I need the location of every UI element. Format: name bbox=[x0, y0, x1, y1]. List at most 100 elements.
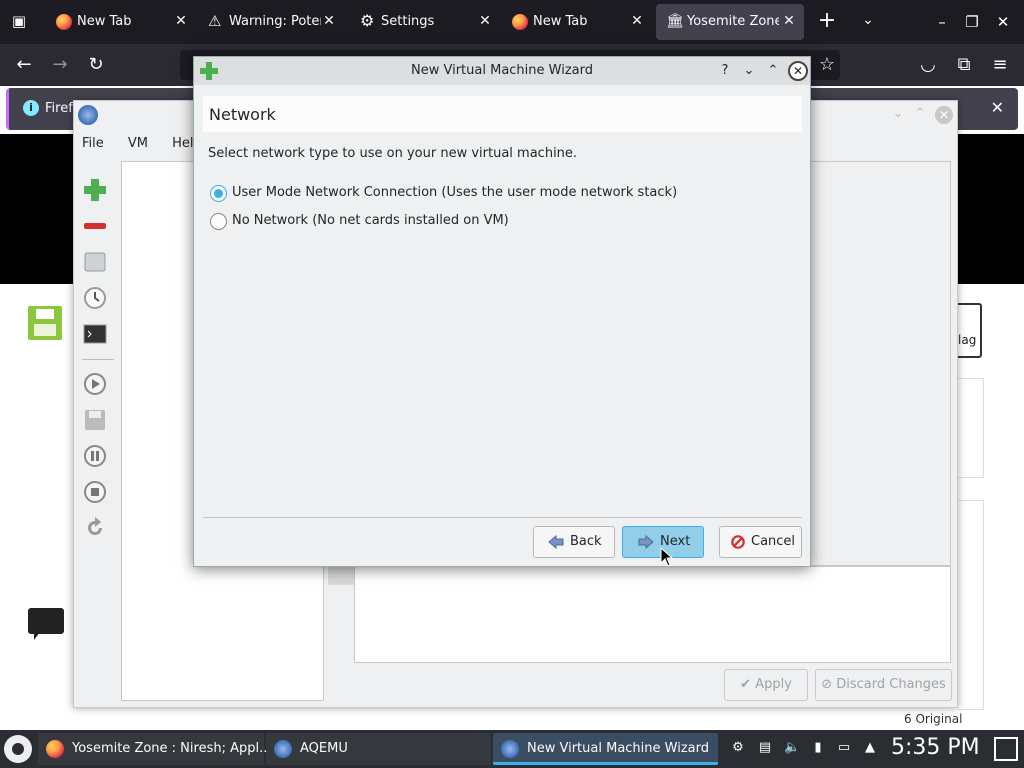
display-icon[interactable]: ▭ bbox=[836, 740, 852, 756]
chat-icon[interactable] bbox=[28, 608, 64, 640]
forward-arrow-icon[interactable]: → bbox=[48, 54, 72, 76]
cancel-button[interactable]: Cancel bbox=[719, 526, 802, 558]
tab-label: Yosemite Zone bbox=[687, 14, 779, 29]
tab-yosemite-zone[interactable]: 🏛 Yosemite Zone ✕ bbox=[656, 4, 804, 40]
task-label: New Virtual Machine Wizard bbox=[527, 741, 709, 756]
close-icon[interactable]: ✕ bbox=[788, 61, 808, 81]
disk-icon[interactable] bbox=[82, 249, 108, 275]
save-icon[interactable] bbox=[28, 306, 62, 340]
volume-muted-icon[interactable]: 🔈 bbox=[784, 740, 800, 756]
stop-icon[interactable] bbox=[82, 479, 108, 505]
extensions-icon[interactable]: ⧉ bbox=[952, 54, 976, 76]
aqemu-icon bbox=[78, 105, 98, 125]
terminal-icon[interactable] bbox=[82, 321, 108, 347]
new-vm-wizard-dialog: New Virtual Machine Wizard ? ⌄ ⌃ ✕ Netwo… bbox=[193, 56, 811, 567]
hamburger-menu-icon[interactable]: ≡ bbox=[988, 54, 1012, 76]
menu-vm[interactable]: VM bbox=[128, 136, 148, 151]
tab-close-icon[interactable]: ✕ bbox=[476, 12, 494, 30]
tray-expand-icon[interactable]: ▲ bbox=[862, 740, 878, 756]
radio-user-mode-network[interactable]: User Mode Network Connection (Uses the u… bbox=[210, 184, 677, 204]
discard-changes-button[interactable]: ⊘ Discard Changes bbox=[815, 669, 952, 701]
pocket-icon[interactable]: ◡ bbox=[916, 54, 940, 76]
tab-close-icon[interactable]: ✕ bbox=[320, 12, 338, 30]
minimize-icon[interactable]: – bbox=[932, 12, 952, 32]
close-window-icon[interactable]: ✕ bbox=[993, 12, 1013, 32]
radio-button[interactable] bbox=[210, 213, 227, 230]
aqemu-toolbar bbox=[78, 171, 118, 551]
maximize-icon[interactable]: ⌃ bbox=[911, 106, 929, 124]
help-icon[interactable]: ? bbox=[716, 62, 734, 80]
mouse-cursor-icon bbox=[660, 547, 674, 567]
tab-close-icon[interactable]: ✕ bbox=[780, 12, 798, 30]
task-aqemu[interactable]: AQEMU bbox=[266, 733, 491, 765]
save-state-icon[interactable] bbox=[82, 407, 108, 433]
network-icon[interactable]: ⚙ bbox=[730, 740, 746, 756]
radio-no-network[interactable]: No Network (No net cards installed on VM… bbox=[210, 212, 510, 232]
discard-label: Discard Changes bbox=[836, 677, 946, 692]
maximize-icon[interactable]: ⌃ bbox=[764, 62, 782, 80]
tab-new-tab-2[interactable]: New Tab ✕ bbox=[502, 4, 652, 40]
remove-vm-icon[interactable] bbox=[82, 213, 108, 239]
tab-label: New Tab bbox=[533, 14, 588, 29]
bookmark-star-icon[interactable]: ☆ bbox=[815, 54, 839, 76]
page-title: Network bbox=[209, 105, 276, 124]
task-firefox[interactable]: Yosemite Zone : Niresh; Appl... bbox=[38, 733, 272, 765]
page-footer-text: 6 Original bbox=[904, 712, 963, 726]
firefox-icon bbox=[512, 14, 528, 30]
museum-icon: 🏛 bbox=[666, 13, 684, 29]
task-label: Yosemite Zone : Niresh; Appl... bbox=[72, 741, 272, 756]
app-launcher-icon[interactable] bbox=[4, 735, 32, 763]
tab-close-icon[interactable]: ✕ bbox=[628, 12, 646, 30]
clock-icon[interactable] bbox=[82, 285, 108, 311]
usb-device-icon[interactable]: ▮ bbox=[810, 740, 826, 756]
cancel-label: Cancel bbox=[751, 534, 796, 549]
firefox-icon bbox=[46, 740, 64, 758]
back-arrow-icon[interactable]: ← bbox=[12, 54, 36, 76]
play-icon[interactable] bbox=[82, 371, 108, 397]
close-icon[interactable]: ✕ bbox=[935, 106, 953, 124]
tab-label: Settings bbox=[381, 14, 435, 29]
page-panel bbox=[958, 378, 984, 478]
tab-warning[interactable]: ⚠ Warning: Poter ✕ bbox=[198, 4, 344, 40]
tab-new-tab-1[interactable]: New Tab ✕ bbox=[46, 4, 196, 40]
task-label: AQEMU bbox=[300, 741, 348, 756]
radio-button[interactable] bbox=[210, 185, 227, 202]
reload-icon[interactable]: ↻ bbox=[84, 54, 108, 76]
discard-icon: ⊘ bbox=[821, 677, 833, 692]
wizard-page-header: Network bbox=[203, 96, 802, 132]
check-icon: ✔ bbox=[740, 677, 752, 692]
browser-tab-strip: ▣ New Tab ✕ ⚠ Warning: Poter ✕ ⚙ Setting… bbox=[0, 0, 1024, 44]
clipboard-icon[interactable]: ▤ bbox=[757, 740, 773, 756]
task-new-vm-wizard[interactable]: New Virtual Machine Wizard bbox=[493, 733, 718, 765]
pause-icon[interactable] bbox=[82, 443, 108, 469]
new-tab-button[interactable]: + bbox=[815, 10, 839, 34]
chevron-down-icon[interactable]: ⌄ bbox=[858, 12, 878, 32]
reset-icon[interactable] bbox=[82, 515, 108, 541]
vm-info-area bbox=[354, 566, 951, 663]
apply-label: Apply bbox=[755, 677, 792, 692]
apply-button[interactable]: ✔ Apply bbox=[724, 669, 808, 701]
firefox-icon bbox=[56, 14, 72, 30]
close-icon[interactable]: ✕ bbox=[991, 98, 1004, 117]
forward-arrow-icon bbox=[638, 535, 654, 549]
taskbar: Yosemite Zone : Niresh; Appl... AQEMU Ne… bbox=[0, 730, 1024, 768]
list-all-tabs-icon[interactable]: ▣ bbox=[8, 12, 30, 32]
info-icon: i bbox=[23, 100, 39, 116]
dialog-separator bbox=[203, 517, 802, 518]
minimize-icon[interactable]: ⌄ bbox=[889, 106, 907, 124]
add-vm-icon[interactable] bbox=[82, 177, 108, 203]
back-button[interactable]: Back bbox=[533, 526, 615, 558]
tab-close-icon[interactable]: ✕ bbox=[172, 12, 190, 30]
clock[interactable]: 5:35 PM bbox=[891, 735, 980, 760]
cancel-icon bbox=[731, 535, 745, 549]
tab-settings[interactable]: ⚙ Settings ✕ bbox=[350, 4, 500, 40]
page-panel bbox=[958, 500, 984, 710]
flag-label: lag bbox=[958, 333, 977, 347]
aqemu-icon bbox=[274, 740, 292, 758]
aqemu-icon bbox=[501, 740, 519, 758]
back-label: Back bbox=[570, 534, 602, 549]
minimize-icon[interactable]: ⌄ bbox=[740, 62, 758, 80]
show-desktop-icon[interactable] bbox=[994, 737, 1018, 761]
menu-file[interactable]: File bbox=[82, 136, 104, 151]
restore-icon[interactable]: ❐ bbox=[962, 12, 982, 32]
